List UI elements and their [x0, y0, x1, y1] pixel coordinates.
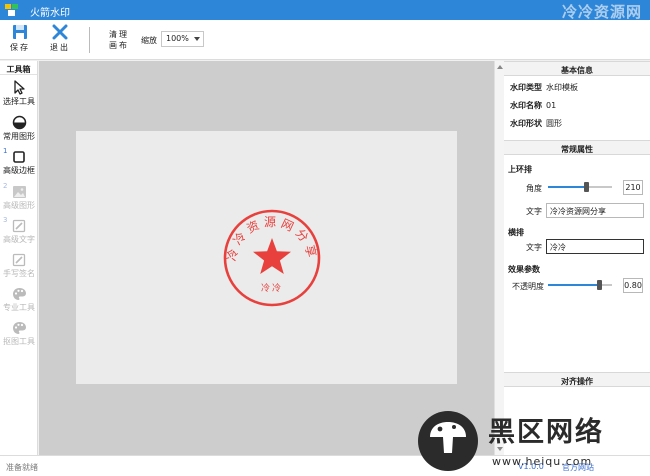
square-border-icon	[13, 151, 25, 163]
tool-handwritten-signature[interactable]: 手写签名	[0, 253, 38, 279]
close-icon	[52, 24, 68, 40]
upper-text-input[interactable]: 冷冷资源网分享	[546, 203, 644, 218]
upper-arc-title: 上环排	[508, 165, 532, 174]
angle-value[interactable]: 210	[623, 180, 643, 195]
tool-advanced-border[interactable]: 1 高级边框	[0, 147, 38, 176]
property-panel: 基本信息 水印类型 水印模板 水印名称 01 水印形状 圆形 常规属性 上环排 角度 …	[504, 61, 650, 455]
align-operations-header: 对齐操作	[504, 372, 650, 387]
logo-name: 黑区网络	[488, 416, 604, 448]
general-properties-header: 常规属性	[504, 140, 650, 155]
tool-cutout[interactable]: 抠图工具	[0, 321, 38, 347]
tool-label: 高级图形	[3, 201, 35, 210]
clear-canvas-label-line1: 清理	[109, 30, 129, 39]
horizontal-text-label: 文字	[526, 243, 542, 252]
corner-site-logo: 黑区网络 www.heiqu.com	[418, 411, 604, 471]
edit-text-icon	[12, 219, 26, 233]
tool-number: 1	[3, 147, 8, 155]
slider-fill	[548, 186, 587, 188]
seal-watermark[interactable]: 冷冷资源网分享 冷冷	[220, 206, 324, 310]
tool-number: 2	[3, 182, 8, 190]
cursor-arrow-icon	[14, 80, 25, 95]
brand-watermark: 冷冷资源网	[561, 3, 642, 21]
tool-number: 3	[3, 216, 8, 224]
status-ready-text: 准备就绪	[6, 463, 38, 472]
clear-canvas-label-line2: 画布	[109, 41, 129, 50]
save-icon	[13, 25, 27, 39]
angle-label: 角度	[526, 184, 542, 193]
info-row-shape: 水印形状 圆形	[510, 118, 562, 129]
tool-common-shapes[interactable]: 常用图形	[0, 115, 38, 142]
info-key: 水印名称	[510, 101, 542, 110]
tool-label: 抠图工具	[3, 337, 35, 346]
shapes-circle-icon	[12, 115, 26, 130]
app-logo-icon	[5, 4, 18, 16]
toolbar-divider	[89, 27, 90, 53]
tool-label: 常用图形	[3, 132, 35, 141]
opacity-label: 不透明度	[512, 282, 544, 291]
info-value: 水印模板	[546, 83, 578, 92]
exit-label: 退出	[50, 43, 70, 52]
canvas-area[interactable]: 冷冷资源网分享 冷冷	[39, 61, 494, 455]
main-toolbar: 保存 退出 清理 画布 缩放 100%	[0, 20, 650, 60]
tool-professional[interactable]: 专业工具	[0, 287, 38, 313]
palette-icon	[12, 322, 26, 334]
scroll-up-icon[interactable]	[497, 65, 503, 69]
palette-icon	[12, 288, 26, 300]
zoom-value: 100%	[166, 34, 189, 43]
vertical-scrollbar[interactable]	[494, 61, 504, 455]
angle-slider[interactable]	[548, 181, 612, 193]
star-icon	[253, 238, 291, 274]
pen-icon	[12, 253, 26, 267]
basic-info-header: 基本信息	[504, 61, 650, 76]
horizontal-title: 横排	[508, 228, 524, 237]
info-row-type: 水印类型 水印模板	[510, 82, 578, 93]
chevron-down-icon	[194, 37, 200, 41]
zoom-select[interactable]: 100%	[161, 31, 204, 47]
save-button[interactable]: 保存	[5, 24, 35, 53]
slider-thumb[interactable]	[584, 182, 590, 192]
exit-button[interactable]: 退出	[45, 24, 75, 53]
opacity-value[interactable]: 0.80	[623, 278, 643, 293]
tool-label: 专业工具	[3, 303, 35, 312]
save-label: 保存	[10, 43, 30, 52]
zoom-label: 缩放	[141, 36, 157, 45]
logo-url: www.heiqu.com	[492, 455, 592, 468]
info-key: 水印类型	[510, 83, 542, 92]
tool-label: 高级文字	[3, 235, 35, 244]
slider-thumb[interactable]	[597, 280, 603, 290]
opacity-slider[interactable]	[548, 279, 612, 291]
info-row-name: 水印名称 01	[510, 100, 556, 111]
tool-advanced-text[interactable]: 3 高级文字	[0, 216, 38, 245]
seal-bottom-text: 冷冷	[261, 282, 283, 294]
info-value: 01	[546, 101, 557, 110]
upper-text-label: 文字	[526, 207, 542, 216]
info-key: 水印形状	[510, 119, 542, 128]
image-icon	[12, 186, 26, 198]
info-value: 圆形	[546, 119, 562, 128]
clear-canvas-button[interactable]: 清理 画布	[105, 29, 133, 51]
effect-params-title: 效果参数	[508, 265, 540, 274]
canvas-paper[interactable]: 冷冷资源网分享 冷冷	[76, 131, 457, 384]
slider-fill	[548, 284, 600, 286]
app-title: 火箭水印	[30, 8, 70, 19]
tool-label: 选择工具	[3, 97, 35, 106]
tool-advanced-image[interactable]: 2 高级图形	[0, 182, 38, 211]
tool-select[interactable]: 选择工具	[0, 80, 38, 107]
tool-label: 高级边框	[3, 166, 35, 175]
title-bar: 火箭水印 冷冷资源网	[0, 0, 650, 21]
tool-label: 手写签名	[3, 269, 35, 278]
toolbox-panel: 工具箱 选择工具 常用图形 1 高级边框 2 高级图形 3 高级文字 手写签名 …	[0, 61, 38, 455]
horizontal-text-input[interactable]: 冷冷	[546, 239, 644, 254]
toolbox-title: 工具箱	[0, 61, 37, 75]
